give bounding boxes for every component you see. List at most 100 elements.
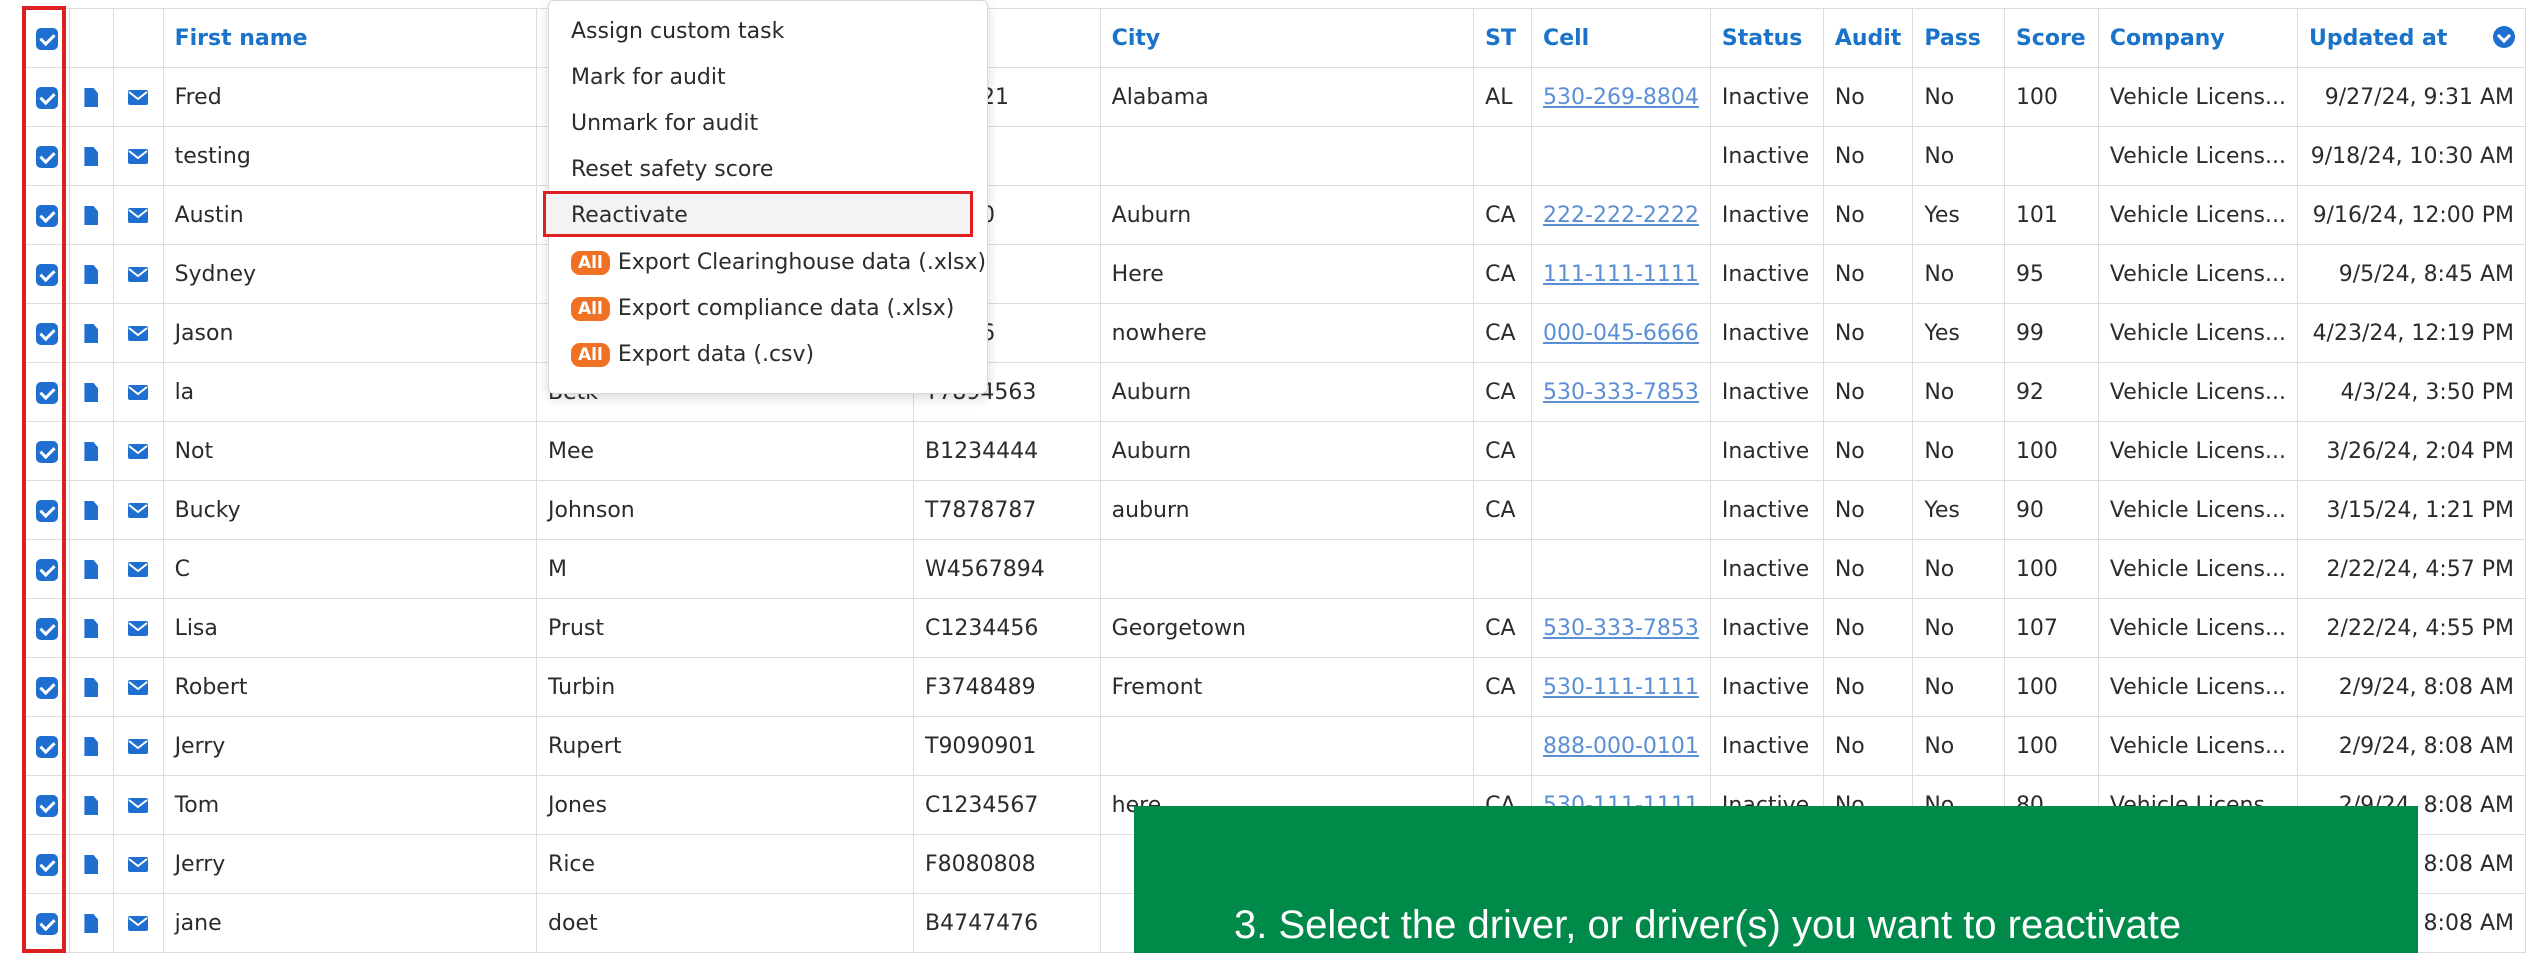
first-name-cell: Sydney [162,244,538,304]
cell-phone-cell: 000-045-6666 [1531,303,1711,363]
menu-item-reset-safety-score[interactable]: Reset safety score [571,157,773,182]
header-first-name[interactable]: First name [162,8,538,68]
cell-phone-cell [1531,539,1711,599]
menu-item-export-compliance[interactable]: All Export compliance data (.xlsx) [571,296,954,321]
menu-item-export-csv[interactable]: All Export data (.csv) [571,342,814,367]
pass-cell: No [1912,657,2005,717]
table-row[interactable]: Fred554321AlabamaAL530-269-8804InactiveN… [24,67,2526,127]
header-audit[interactable]: Audit [1822,8,1914,68]
header-company[interactable]: Company [2097,8,2298,68]
email-button[interactable] [112,421,164,481]
document-icon [84,855,99,874]
document-button[interactable] [69,126,114,186]
email-button[interactable] [112,67,164,127]
last-name-cell: doet [536,893,914,953]
phone-link[interactable]: 530-333-7853 [1543,380,1699,405]
last-name-cell: Rupert [536,716,914,776]
document-button[interactable] [69,67,114,127]
city-cell [1099,126,1475,186]
header-status[interactable]: Status [1709,8,1824,68]
email-button[interactable] [112,539,164,599]
status-cell: Inactive [1709,598,1824,658]
menu-item-mark-for-audit[interactable]: Mark for audit [571,65,726,90]
header-city[interactable]: City [1099,8,1475,68]
header-updated-at[interactable]: Updated at [2296,8,2526,68]
document-button[interactable] [69,480,114,540]
document-button[interactable] [69,657,114,717]
phone-link[interactable]: 530-111-1111 [1543,675,1699,700]
document-icon [84,442,99,461]
table-row[interactable]: Jason78976nowhereCA000-045-6666InactiveN… [24,303,2526,363]
last-name-cell: Jones [536,775,914,835]
document-button[interactable] [69,893,114,953]
email-button[interactable] [112,716,164,776]
menu-item-export-clearinghouse[interactable]: All Export Clearinghouse data (.xlsx) [571,250,986,275]
document-button[interactable] [69,716,114,776]
envelope-icon [128,857,149,872]
header-score[interactable]: Score [2003,8,2099,68]
document-button[interactable] [69,244,114,304]
table-row[interactable]: testing Inactive No No Vehicle Licens... 9/18… [24,126,2526,186]
document-button[interactable] [69,539,114,599]
header-pass[interactable]: Pass [1912,8,2005,68]
email-button[interactable] [112,362,164,422]
document-button[interactable] [69,362,114,422]
all-pill: All [571,297,610,321]
phone-link[interactable]: 530-269-8804 [1543,85,1699,110]
email-button[interactable] [112,893,164,953]
score-cell: 90 [2003,480,2099,540]
email-button[interactable] [112,303,164,363]
table-row[interactable]: Bucky Johnson T7878787 auburn CA Inactive No Ye… [24,480,2526,540]
email-button[interactable] [112,598,164,658]
updated-at-cell: 9/5/24, 8:45 AM [2296,244,2526,304]
header-state[interactable]: ST [1473,8,1533,68]
instruction-callout: 3. Select the driver, or driver(s) you w… [1134,806,2418,953]
menu-item-unmark-for-audit[interactable]: Unmark for audit [571,111,758,136]
document-button[interactable] [69,598,114,658]
phone-link[interactable]: 000-045-6666 [1543,321,1699,346]
status-cell: Inactive [1709,480,1824,540]
table-row[interactable]: Austin00000AuburnCA222-222-2222InactiveN… [24,185,2526,245]
last-name-cell: Mee [536,421,914,481]
menu-item-reactivate[interactable]: Reactivate [571,203,688,228]
document-button[interactable] [69,421,114,481]
table-row[interactable]: Jerry Rupert T9090901 888-000-0101 Inactive N… [24,716,2526,776]
envelope-icon [128,385,149,400]
status-cell: Inactive [1709,657,1824,717]
document-button[interactable] [69,303,114,363]
table-row[interactable]: Robert Turbin F3748489 Fremont CA 530-111-111… [24,657,2526,717]
table-row[interactable]: C M W4567894 Inactive No No 100 Vehicle Licens.… [24,539,2526,599]
document-button[interactable] [69,775,114,835]
first-name-cell: Jason [162,303,538,363]
email-button[interactable] [112,657,164,717]
phone-link[interactable]: 530-333-7853 [1543,616,1699,641]
phone-link[interactable]: 888-000-0101 [1543,734,1699,759]
email-button[interactable] [112,185,164,245]
email-button[interactable] [112,480,164,540]
email-button[interactable] [112,834,164,894]
email-button[interactable] [112,244,164,304]
first-name-cell: Austin [162,185,538,245]
first-name-cell: C [162,539,538,599]
table-row[interactable]: Sydney2121HereCA111-111-1111InactiveNoNo… [24,244,2526,304]
email-button[interactable] [112,126,164,186]
menu-item-assign-custom-task[interactable]: Assign custom task [571,19,784,44]
table-row[interactable]: Not Mee B1234444 Auburn CA Inactive No No 100 Veh… [24,421,2526,481]
sort-desc-icon[interactable] [2493,26,2515,48]
all-pill: All [571,251,610,275]
status-cell: Inactive [1709,67,1824,127]
first-name-cell: Jerry [162,716,538,776]
table-row[interactable]: Lisa Prust C1234456 Georgetown CA 530-333-785… [24,598,2526,658]
phone-link[interactable]: 111-111-1111 [1543,262,1699,287]
license-cell: C1234456 [913,598,1101,658]
table-row[interactable]: laBetkT7894563AuburnCA530-333-7853Inacti… [24,362,2526,422]
document-button[interactable] [69,834,114,894]
document-button[interactable] [69,185,114,245]
phone-link[interactable]: 222-222-2222 [1543,203,1699,228]
email-button[interactable] [112,775,164,835]
header-cell[interactable]: Cell [1531,8,1711,68]
city-cell [1099,539,1475,599]
status-cell: Inactive [1709,421,1824,481]
pass-cell: Yes [1912,185,2005,245]
envelope-icon [128,503,149,518]
